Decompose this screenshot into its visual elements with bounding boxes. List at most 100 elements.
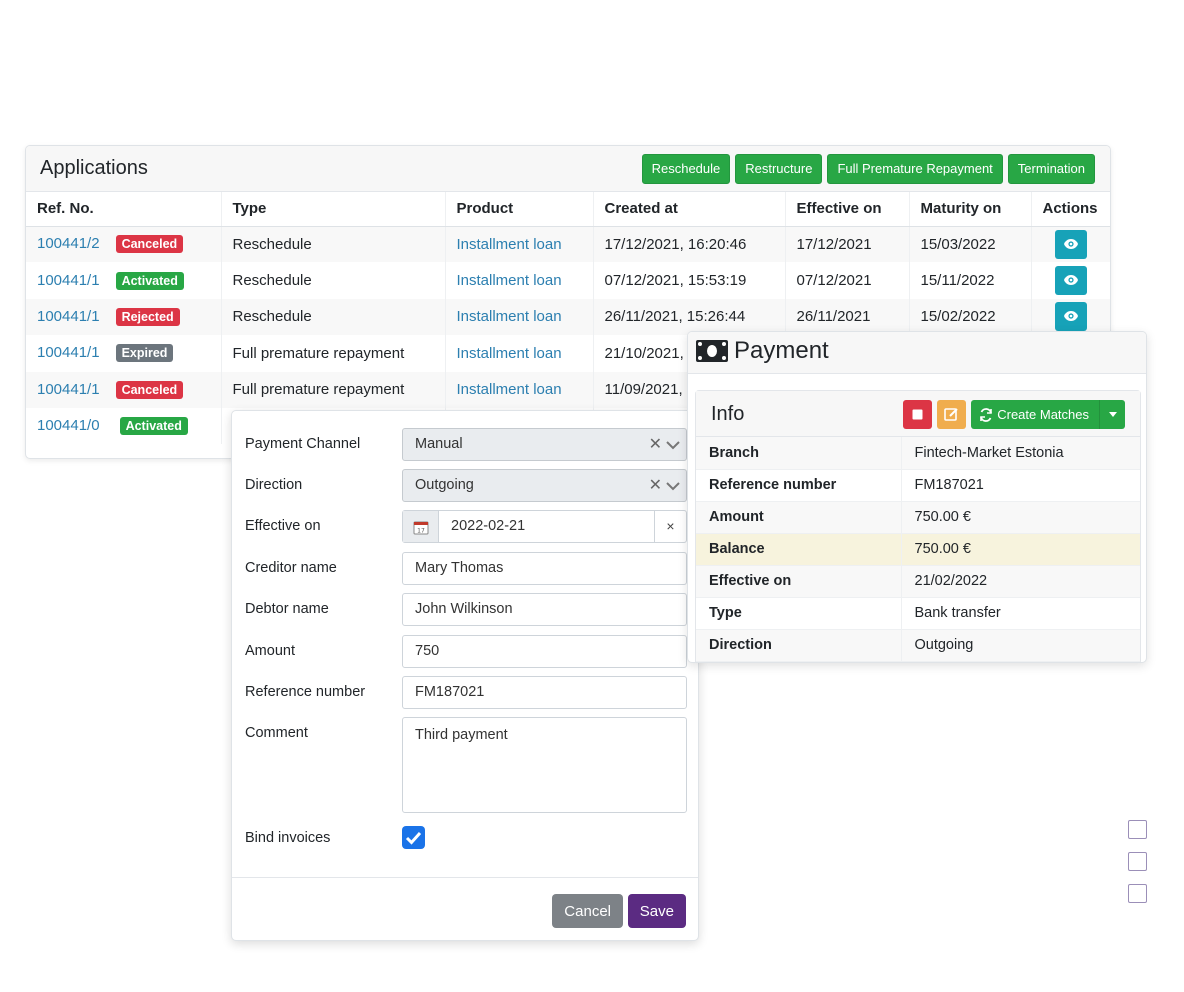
ref-link[interactable]: 100441/1 [37, 272, 100, 289]
info-value: Bank transfer [901, 597, 1140, 630]
effective-on-date-input[interactable]: 17 2022-02-21 × [402, 510, 687, 543]
save-button[interactable]: Save [627, 894, 686, 928]
date-clear-button[interactable]: × [654, 511, 686, 542]
column-header-effective[interactable]: Effective on [785, 192, 910, 227]
effective-on-label: Effective on [245, 518, 321, 534]
table-row: 100441/1 Rejected Reschedule Installment … [26, 298, 1110, 336]
edit-icon [944, 408, 958, 421]
termination-button[interactable]: Termination [1007, 154, 1095, 184]
ref-cell: 100441/2 Canceled [26, 226, 222, 263]
product-link[interactable]: Installment loan [457, 381, 562, 398]
amount-label: Amount [245, 643, 295, 659]
status-badge: Expired [115, 344, 174, 363]
effective-on-value: 2022-02-21 [451, 518, 526, 534]
direction-select[interactable]: Outgoing ✕ [402, 469, 687, 502]
effective-cell: 07/12/2021 [785, 262, 910, 299]
view-button[interactable] [1054, 266, 1087, 296]
actions-cell [1031, 298, 1110, 336]
column-header-maturity[interactable]: Maturity on [909, 192, 1032, 227]
payment-form: Payment Channel Manual ✕ Direction Outgo… [231, 410, 699, 941]
cancel-button[interactable]: Cancel [552, 894, 623, 928]
actions-cell [1031, 226, 1110, 263]
chevron-down-icon[interactable] [666, 440, 680, 450]
payment-card: Payment Info Create Matches Branch Finte… [687, 331, 1147, 663]
info-value: Outgoing [901, 629, 1140, 662]
info-actions: Create Matches [903, 400, 1125, 429]
chevron-down-icon[interactable] [666, 481, 680, 491]
column-header-type[interactable]: Type [221, 192, 446, 227]
checkmark-icon [405, 831, 422, 845]
column-header-ref[interactable]: Ref. No. [26, 192, 222, 227]
product-link[interactable]: Installment loan [457, 236, 562, 253]
info-row: Direction Outgoing [696, 629, 1140, 662]
table-row: 100441/2 Canceled Reschedule Installment … [26, 226, 1110, 263]
info-row: Reference number FM187021 [696, 469, 1140, 502]
info-key: Effective on [696, 565, 902, 598]
type-cell: Full premature repayment [221, 371, 446, 408]
debtor-name-input[interactable]: John Wilkinson [402, 593, 687, 626]
create-matches-label: Create Matches [997, 407, 1089, 422]
product-link[interactable]: Installment loan [457, 308, 562, 325]
ref-link[interactable]: 100441/1 [37, 308, 100, 325]
ref-link[interactable]: 100441/1 [37, 381, 100, 398]
applications-actions: Reschedule Restructure Full Premature Re… [641, 154, 1095, 184]
type-cell: Reschedule [221, 298, 446, 336]
maturity-cell: 15/03/2022 [909, 226, 1032, 263]
column-header-created[interactable]: Created at [593, 192, 786, 227]
info-key: Amount [696, 501, 902, 534]
table-row: 100441/1 Activated Reschedule Installment… [26, 262, 1110, 299]
ref-link[interactable]: 100441/1 [37, 344, 100, 361]
product-link[interactable]: Installment loan [457, 272, 562, 289]
info-key: Type [696, 597, 902, 630]
column-header-actions: Actions [1031, 192, 1110, 227]
clear-icon[interactable]: ✕ [649, 429, 662, 460]
product-link[interactable]: Installment loan [457, 345, 562, 362]
side-checkbox[interactable] [1128, 820, 1147, 839]
payment-info-table: Branch Fintech-Market Estonia Reference n… [696, 437, 1140, 662]
ref-link[interactable]: 100441/0 [37, 417, 100, 434]
ref-link[interactable]: 100441/2 [37, 235, 100, 252]
payment-title: Payment [734, 337, 829, 364]
refresh-icon [980, 407, 993, 422]
info-row: Branch Fintech-Market Estonia [696, 437, 1140, 470]
info-value: FM187021 [901, 469, 1140, 502]
clear-icon[interactable]: ✕ [649, 470, 662, 501]
full-premature-repayment-button[interactable]: Full Premature Repayment [827, 154, 1003, 184]
amount-input[interactable]: 750 [402, 635, 687, 668]
creditor-name-input[interactable]: Mary Thomas [402, 552, 687, 585]
view-button[interactable] [1054, 302, 1087, 332]
status-badge: Rejected [115, 307, 180, 326]
maturity-cell: 15/11/2022 [909, 262, 1032, 299]
type-cell: Reschedule [221, 262, 446, 299]
applications-header: Applications Reschedule Restructure Full… [26, 146, 1110, 192]
ref-cell: 100441/1 Expired [26, 335, 222, 372]
payment-channel-select[interactable]: Manual ✕ [402, 428, 687, 461]
bind-invoices-checkbox[interactable] [402, 826, 425, 849]
maturity-cell: 15/02/2022 [909, 298, 1032, 336]
direction-label: Direction [245, 477, 303, 493]
create-matches-button[interactable]: Create Matches [971, 400, 1125, 429]
info-header: Info Create Matches [696, 391, 1140, 437]
eye-icon [1063, 311, 1078, 322]
side-checkbox[interactable] [1128, 884, 1147, 903]
side-checkbox[interactable] [1128, 852, 1147, 871]
restructure-button[interactable]: Restructure [735, 154, 823, 184]
caret-down-icon [1108, 412, 1117, 417]
view-button[interactable] [1054, 229, 1087, 259]
info-key: Direction [696, 629, 902, 662]
column-header-product[interactable]: Product [445, 192, 594, 227]
create-matches-dropdown[interactable] [1099, 400, 1125, 429]
product-cell: Installment loan [445, 226, 594, 263]
eye-icon [1063, 238, 1078, 249]
reschedule-button[interactable]: Reschedule [641, 154, 731, 184]
reference-number-label: Reference number [245, 684, 366, 700]
type-cell: Reschedule [221, 226, 446, 263]
comment-textarea[interactable]: Third payment [402, 717, 687, 813]
edit-button[interactable] [937, 400, 967, 429]
svg-text:17: 17 [417, 527, 425, 534]
effective-cell: 26/11/2021 [785, 298, 910, 336]
reference-number-input[interactable]: FM187021 [402, 676, 687, 709]
stop-button[interactable] [903, 400, 933, 429]
info-value: 21/02/2022 [901, 565, 1140, 598]
calendar-icon[interactable]: 17 [413, 519, 429, 535]
